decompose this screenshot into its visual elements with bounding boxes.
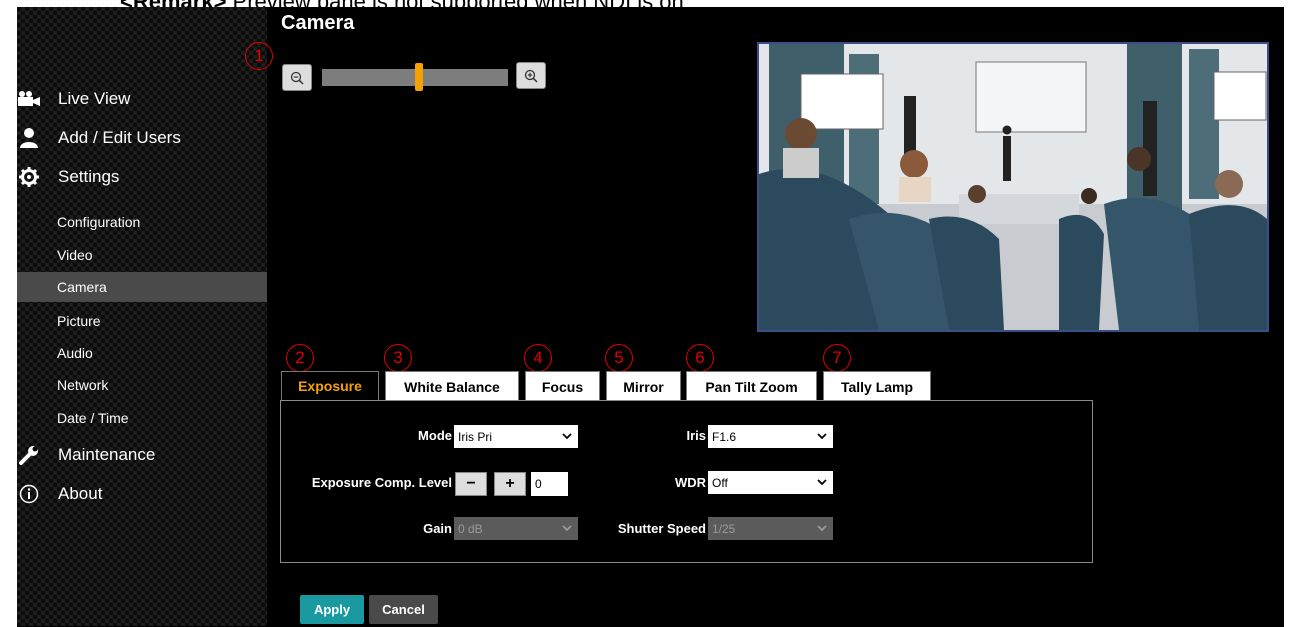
tab-tally-lamp[interactable]: Tally Lamp <box>823 371 931 401</box>
chevron-down-icon <box>817 475 827 492</box>
apply-button[interactable]: Apply <box>300 595 364 624</box>
gain-label: Gain <box>423 521 452 536</box>
zoom-slider-thumb[interactable] <box>414 63 423 91</box>
gain-select[interactable]: 0 dB <box>454 517 578 540</box>
zoom-in-icon <box>524 69 538 83</box>
wdr-value: Off <box>712 475 728 490</box>
sidebar-item-date-time[interactable]: Date / Time <box>57 410 129 426</box>
info-icon <box>18 483 40 505</box>
camera-preview <box>757 42 1269 332</box>
gear-icon <box>18 166 40 188</box>
sidebar-item-about[interactable]: About <box>18 483 102 505</box>
callout-4: 4 <box>524 344 552 372</box>
sidebar-item-video[interactable]: Video <box>57 247 93 263</box>
chevron-down-icon <box>817 429 827 446</box>
sidebar-item-label: Maintenance <box>58 445 156 464</box>
sidebar-item-label: About <box>58 484 103 503</box>
comp-level-input[interactable]: 0 <box>531 472 568 496</box>
tab-pan-tilt-zoom[interactable]: Pan Tilt Zoom <box>686 371 817 401</box>
callout-1: 1 <box>245 42 273 70</box>
wdr-select[interactable]: Off <box>708 471 833 494</box>
sidebar-item-add-edit-users[interactable]: Add / Edit Users <box>18 127 181 149</box>
cancel-button[interactable]: Cancel <box>369 595 438 624</box>
tab-mirror[interactable]: Mirror <box>606 371 681 401</box>
mode-select[interactable]: Iris Pri <box>454 425 578 448</box>
chevron-down-icon <box>562 429 572 446</box>
comp-increase-button[interactable]: + <box>494 472 526 496</box>
page-title: Camera <box>281 12 355 34</box>
iris-label: Iris <box>686 428 706 443</box>
sidebar-item-label: Settings <box>58 167 120 186</box>
sidebar-item-picture[interactable]: Picture <box>57 313 101 329</box>
user-icon <box>18 127 40 149</box>
wrench-icon <box>18 444 40 466</box>
sidebar-item-live-view[interactable]: Live View <box>18 88 130 110</box>
callout-5: 5 <box>605 344 633 372</box>
iris-select[interactable]: F1.6 <box>708 425 833 448</box>
shutter-speed-value: 1/25 <box>712 521 736 536</box>
sidebar-item-settings[interactable]: Settings <box>18 166 119 188</box>
shutter-speed-label: Shutter Speed <box>617 521 706 536</box>
sidebar-item-audio[interactable]: Audio <box>57 345 93 361</box>
sidebar-item-camera[interactable]: Camera <box>17 272 267 302</box>
mode-label: Mode <box>418 428 452 443</box>
shutter-speed-select[interactable]: 1/25 <box>708 517 833 540</box>
callout-6: 6 <box>686 344 714 372</box>
sidebar-item-label: Live View <box>58 89 131 108</box>
callout-3: 3 <box>384 344 412 372</box>
comp-decrease-button[interactable]: − <box>455 472 487 496</box>
tab-exposure[interactable]: Exposure <box>281 371 379 401</box>
gain-value: 0 dB <box>458 521 483 536</box>
callout-2: 2 <box>286 344 314 372</box>
sidebar-item-configuration[interactable]: Configuration <box>57 214 140 230</box>
zoom-out-icon <box>290 71 304 85</box>
wdr-label: WDR <box>674 475 706 490</box>
callout-7: 7 <box>823 344 851 372</box>
iris-value: F1.6 <box>712 429 737 444</box>
tab-focus[interactable]: Focus <box>525 371 600 401</box>
sidebar-item-network[interactable]: Network <box>57 377 108 393</box>
exposure-comp-label: Exposure Comp. Level <box>311 475 452 490</box>
tab-white-balance[interactable]: White Balance <box>385 371 519 401</box>
sidebar-item-maintenance[interactable]: Maintenance <box>18 444 155 466</box>
sidebar-item-label: Add / Edit Users <box>58 128 181 147</box>
chevron-down-icon <box>817 521 827 538</box>
zoom-out-button[interactable] <box>282 64 312 91</box>
lecture-hall-image <box>759 44 1267 330</box>
zoom-in-button[interactable] <box>516 62 546 89</box>
chevron-down-icon <box>562 521 572 538</box>
mode-value: Iris Pri <box>458 429 492 444</box>
video-camera-icon <box>18 88 40 110</box>
